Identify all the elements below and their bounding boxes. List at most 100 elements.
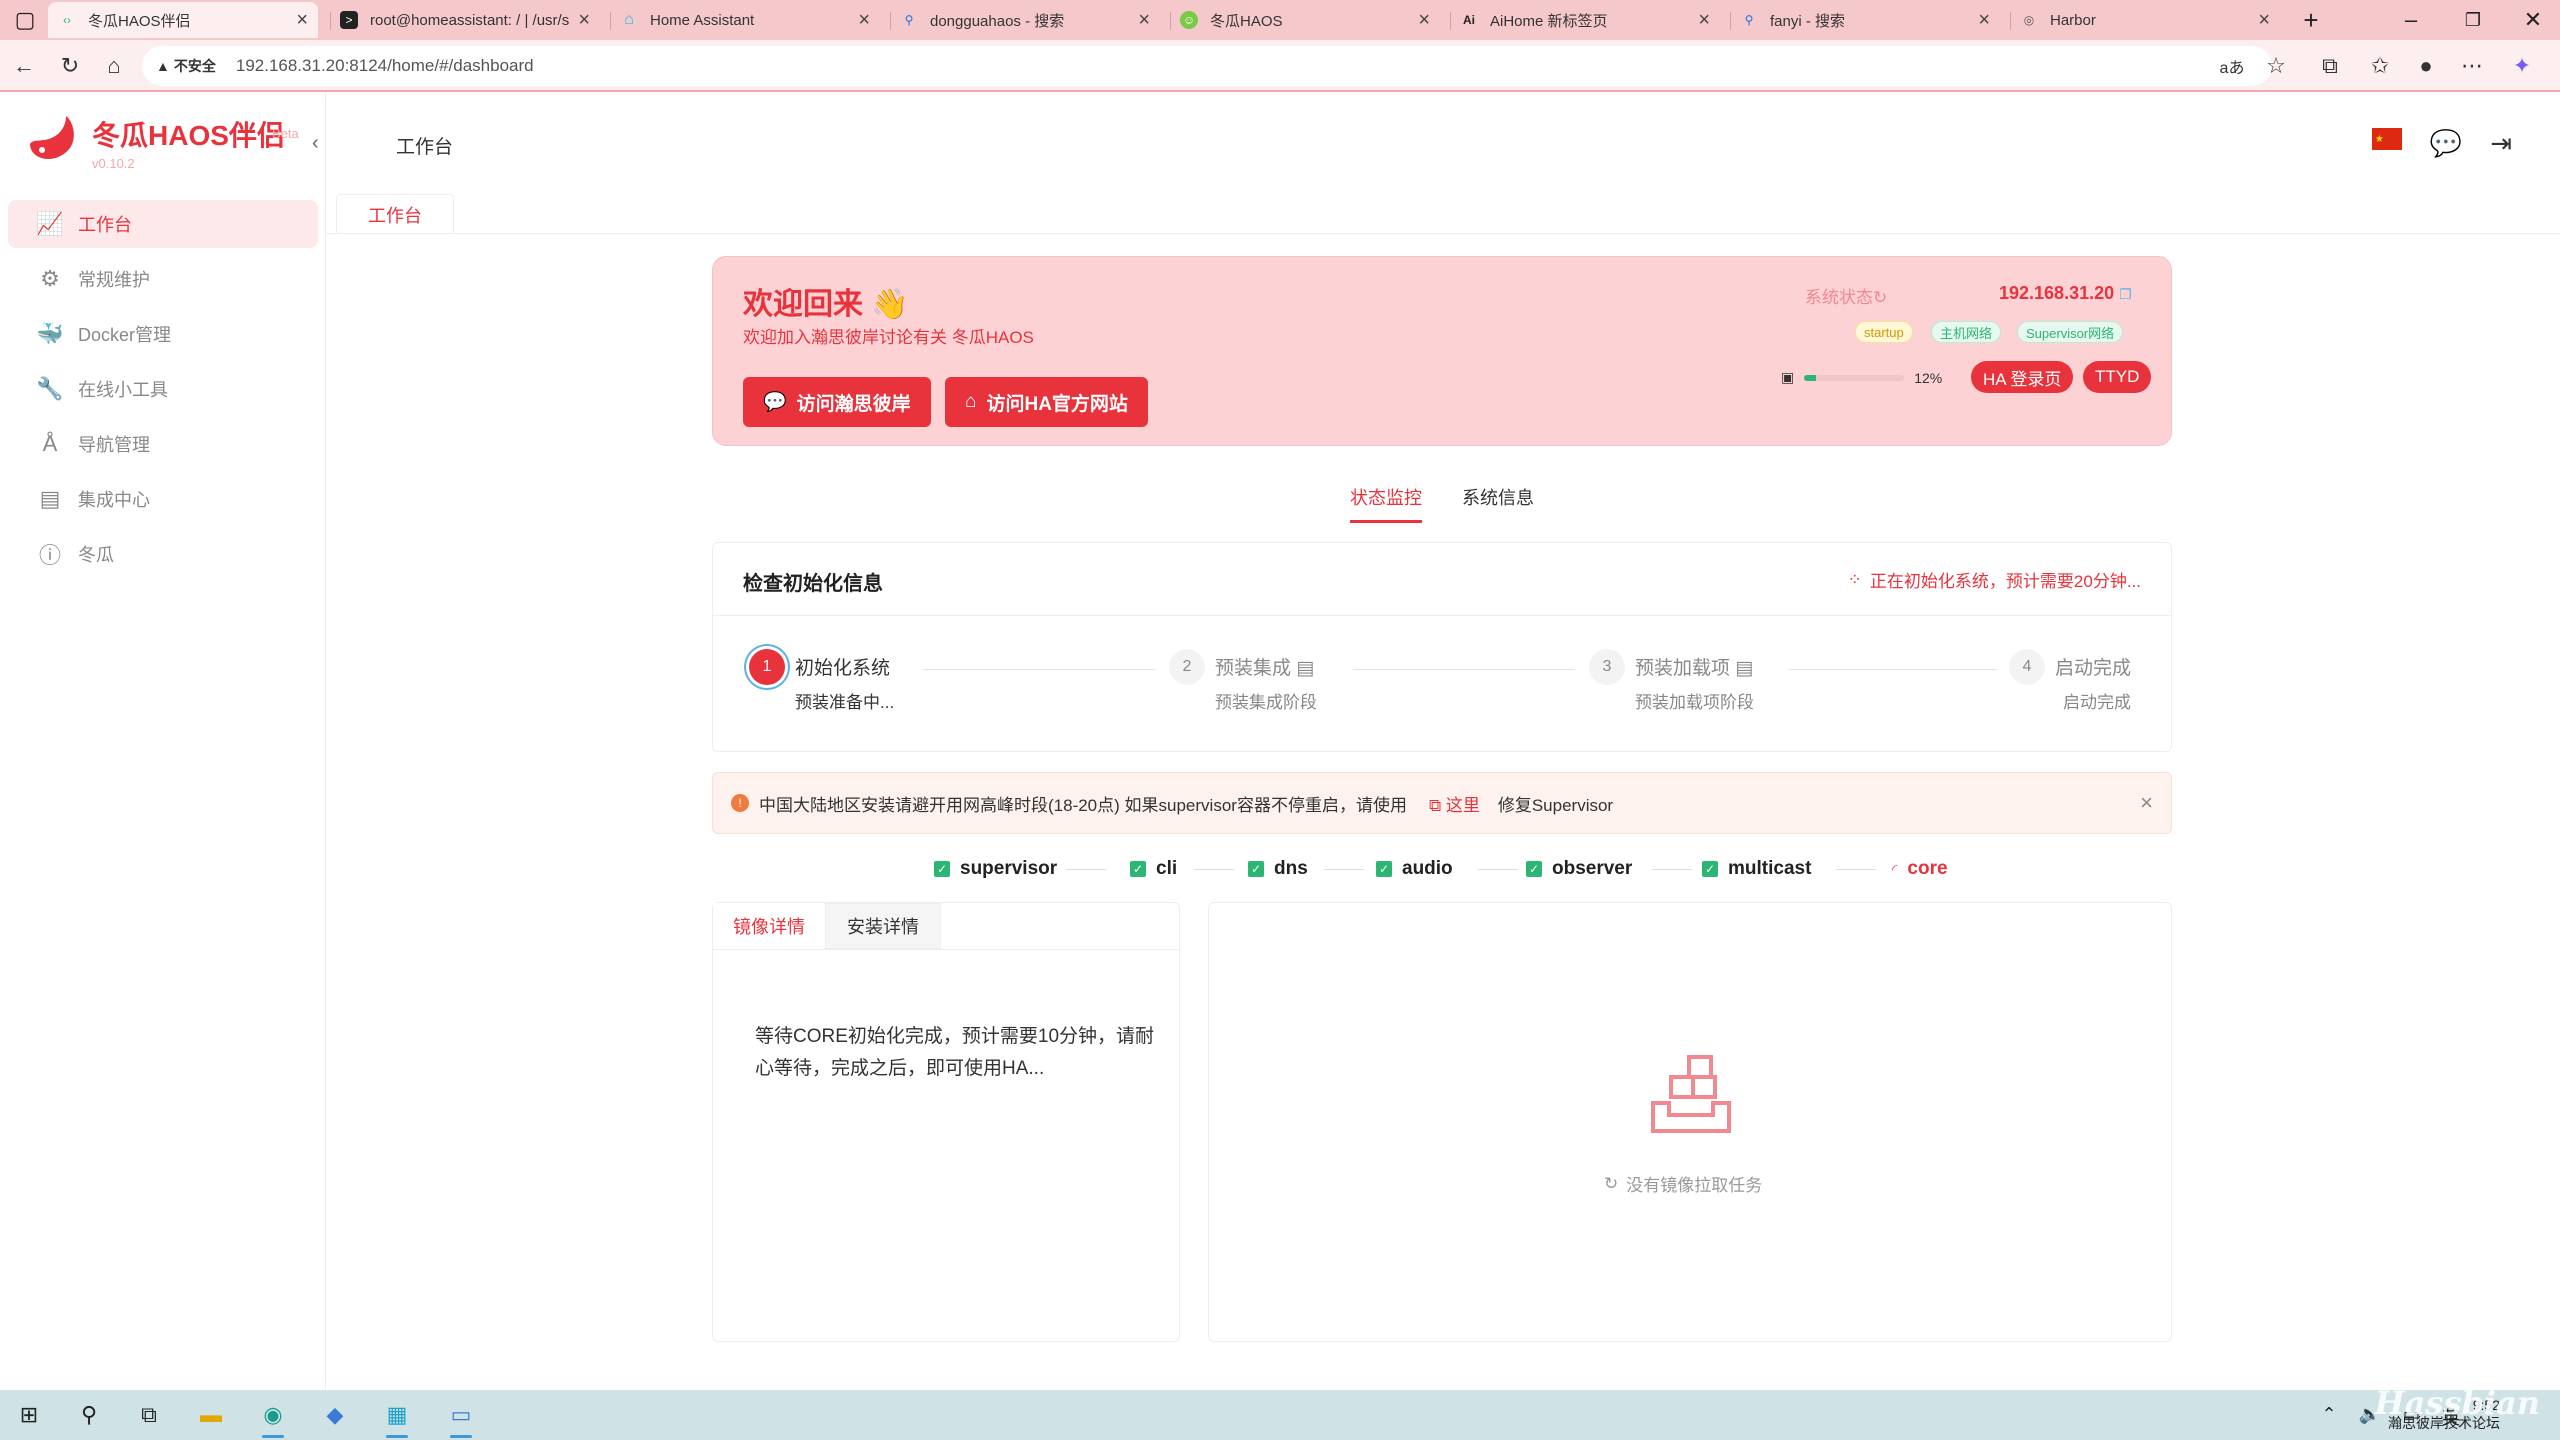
component-status: ✓ supervisor [934,858,1057,880]
step-title: 初始化系统 [795,658,891,679]
restore-icon[interactable]: ❐ [2456,3,2490,37]
more-menu-icon[interactable]: ⋯ [2458,52,2486,80]
home-icon[interactable]: ⌂ [100,52,128,80]
system-status-label[interactable]: 系统状态↻ [1805,283,1887,308]
close-icon[interactable]: × [1138,9,1150,32]
copilot-icon[interactable]: ✦ [2508,52,2536,80]
page-tab-dashboard[interactable]: 工作台 [336,194,454,234]
sidebar-item-docker[interactable]: 🐳 Docker管理 [8,310,318,358]
sidebar-item-dashboard[interactable]: 📈 工作台 [8,200,318,248]
edge-browser-icon[interactable]: ◉ [256,1398,290,1438]
favorite-star-icon[interactable]: ☆ [2262,52,2290,80]
status-badge: 主机网络 [1931,321,2002,343]
browser-tab[interactable]: ☺ 冬瓜HAOS × [1170,2,1440,38]
component-status: ✓ multicast [1702,858,1811,880]
read-aloud-icon[interactable]: aあ [2218,52,2246,80]
minimize-icon[interactable]: – [2394,3,2428,37]
tab-system-info[interactable]: 系统信息 [1462,484,1534,510]
back-icon[interactable]: ← [10,52,38,80]
visit-forum-button[interactable]: 💬 访问瀚思彼岸 [743,377,931,427]
search-icon: ⚲ [904,13,914,27]
ha-login-button[interactable]: HA 登录页 [1971,361,2074,393]
tab-image-detail[interactable]: 镜像详情 [713,903,825,949]
close-icon[interactable]: × [1698,9,1710,32]
china-flag-icon[interactable]: ★ [2371,128,2402,150]
disk-progress-bar [1804,374,1905,381]
collapse-sidebar-icon[interactable]: ‹ [312,132,319,155]
sidebar-item-tools[interactable]: 🔧 在线小工具 [8,365,318,413]
wechat-icon: ☺ [1180,11,1198,29]
search-icon[interactable]: ⚲ [72,1398,106,1432]
app-icon[interactable]: ▦ [380,1398,414,1438]
step-number: 4 [2009,649,2045,685]
step-item: 2 预装集成 ▤ 预装集成阶段 [1169,649,1317,713]
checkbox-icon: ✓ [1526,861,1542,877]
ttyd-button[interactable]: TTYD [2083,361,2152,393]
info-icon: ⓘ [38,543,61,568]
ip-address: 192.168.31.20 ❐ [1999,283,2132,303]
component-status: ✓ observer [1526,858,1632,880]
step-number: 2 [1169,649,1205,685]
disk-progress-label: 12% [1914,369,1943,386]
visit-ha-site-button[interactable]: ⌂ 访问HA官方网站 [945,377,1148,427]
reload-icon[interactable]: ↻ [56,52,84,80]
docker-icon: 🐳 [36,321,64,346]
external-link-icon: ⧉ [1428,795,1442,815]
close-icon[interactable]: × [2140,790,2153,816]
browser-tab[interactable]: > root@homeassistant: / | /usr/s × [330,2,600,38]
close-icon[interactable]: × [1978,9,1990,32]
close-icon[interactable]: × [1418,9,1430,32]
url-input[interactable]: ▲ 不安全 192.168.31.20:8124/home/#/dashboar… [142,46,2272,86]
file-explorer-icon[interactable]: ▬ [194,1398,228,1432]
copy-icon: ❐ [2119,286,2132,302]
close-icon[interactable]: × [858,9,870,32]
new-tab-button[interactable]: + [2294,3,2328,37]
component-status: ◜ core [1892,858,1948,879]
browser-tab[interactable]: ⌂ Home Assistant × [610,2,880,38]
home-assistant-icon: ⌂ [624,11,634,28]
step-item: 1 初始化系统 预装准备中... [749,649,894,713]
app-icon[interactable]: ◆ [318,1398,352,1432]
sidebar-item-maintenance[interactable]: ⚙ 常规维护 [8,255,318,303]
dongua-favicon-icon: ‹› [63,13,71,27]
tab-install-detail[interactable]: 安装详情 [825,903,941,949]
browser-tab[interactable]: ⚲ fanyi - 搜索 × [1730,2,2000,38]
tab-status-monitor[interactable]: 状态监控 [1350,484,1422,510]
profile-avatar-icon[interactable]: ● [2412,52,2440,80]
close-window-icon[interactable]: ✕ [2516,3,2550,37]
loading-icon: ◜ [1892,860,1898,877]
step-desc: 预装集成阶段 [1215,693,1317,712]
window-menu-icon[interactable]: ▢ [8,3,42,37]
windows-start-icon[interactable]: ⊞ [12,1398,46,1432]
fix-link[interactable]: ⧉ 这里 [1429,791,1480,816]
chevron-up-icon[interactable]: ⌃ [2321,1404,2336,1430]
browser-tab[interactable]: ‹› 冬瓜HAOS伴侣 × [48,2,318,38]
checkbox-icon: ✓ [1248,861,1264,877]
refresh-icon: ↻ [1604,1173,1619,1193]
header-actions: ★ 💬 ⇥ [2371,128,2512,159]
sidebar-item-navigation[interactable]: Å 导航管理 [8,420,318,468]
step-title: 预装加载项 ▤ [1635,658,1754,679]
remote-desktop-icon[interactable]: ▭ [444,1398,478,1438]
collections-icon[interactable]: ✩ [2366,52,2394,80]
watermark: Hassbian [2374,1384,2540,1422]
init-status: ⁘ 正在初始化系统，预计需要20分钟... [1847,569,2141,592]
extensions-icon[interactable]: ⧉ [2316,52,2344,80]
chat-bubble-icon: 💬 [763,392,787,413]
close-icon[interactable]: × [2258,9,2270,32]
close-icon[interactable]: × [578,9,590,32]
aihome-icon: Ai [1463,13,1475,27]
logout-icon[interactable]: ⇥ [2490,128,2512,159]
warning-icon: ▲ [156,58,170,74]
close-icon[interactable]: × [296,9,308,32]
browser-tab[interactable]: ⚲ dongguahaos - 搜索 × [890,2,1160,38]
chat-icon[interactable]: 💬 [2430,128,2462,159]
sidebar: 冬瓜HAOS伴侣 Beta v0.10.2 ‹ 📈 工作台 ⚙ 常规维护 🐳 D… [0,92,326,1390]
step-title: 启动完成 [2055,658,2132,679]
sidebar-item-integration[interactable]: ▤ 集成中心 [8,475,318,523]
task-view-icon[interactable]: ⧉ [132,1398,166,1432]
browser-tab[interactable]: ◎ Harbor × [2010,2,2280,38]
browser-tab[interactable]: Ai AiHome 新标签页 × [1450,2,1720,38]
sidebar-item-about[interactable]: ⓘ 冬瓜 [8,530,318,578]
brand-logo-icon [30,116,74,160]
